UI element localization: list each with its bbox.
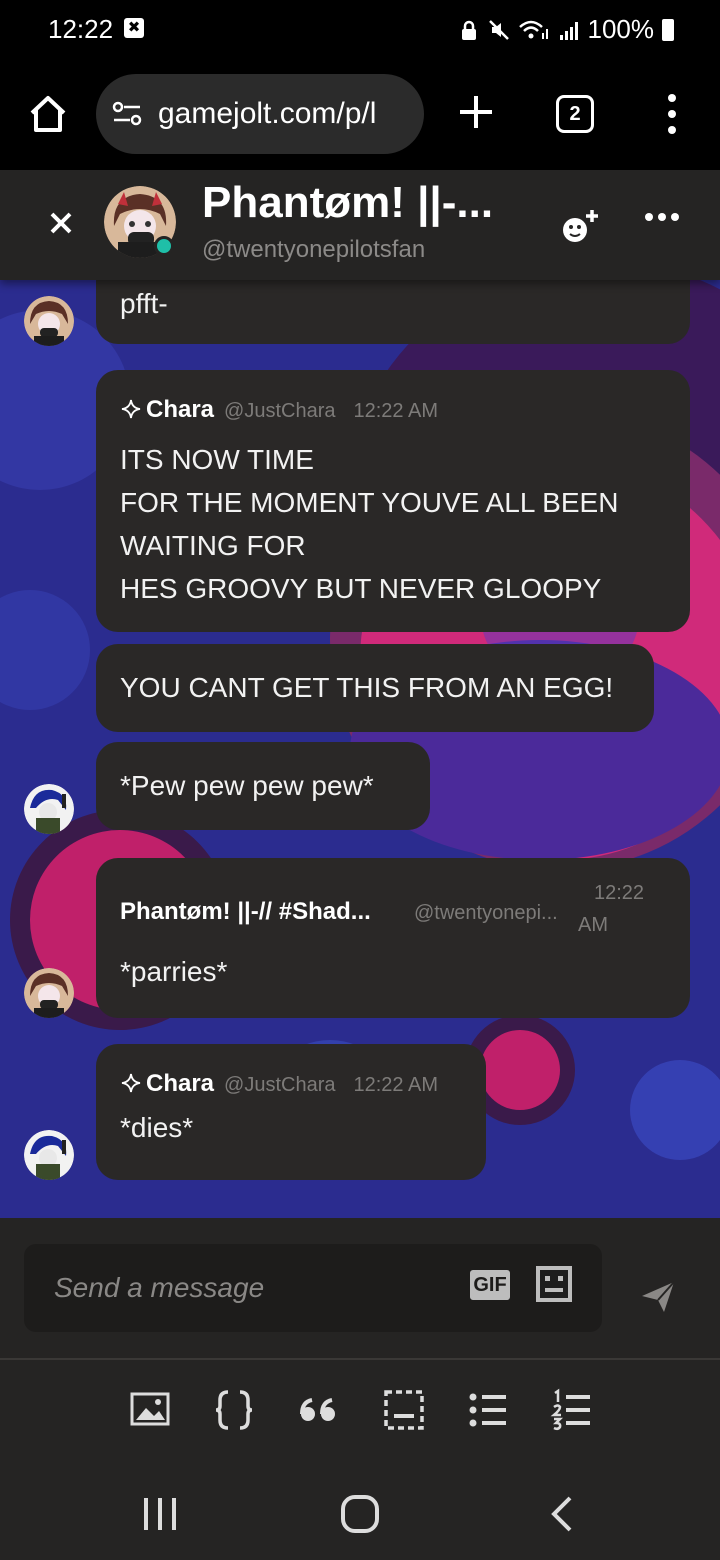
numbered-list-icon[interactable] <box>550 1388 594 1432</box>
chat-title[interactable]: Phantøm! ||-... <box>202 178 493 228</box>
message-text: *dies* <box>120 1112 194 1143</box>
code-icon[interactable] <box>212 1388 256 1432</box>
message-box[interactable]: GIF <box>24 1244 602 1332</box>
sender-name[interactable]: Chara <box>120 396 214 424</box>
message-time: 12:22 AM <box>353 1074 439 1096</box>
avatar[interactable] <box>24 968 74 1018</box>
message-bubble[interactable]: *Pew pew pew pew* <box>96 742 430 830</box>
message-time-suffix: AM <box>578 914 608 936</box>
tab-switcher-button[interactable]: 2 <box>556 95 594 133</box>
new-tab-icon[interactable] <box>456 92 496 132</box>
sender-name[interactable]: Phantøm! ||-// #Shad... <box>120 898 371 926</box>
status-time: 12:22 <box>48 14 114 44</box>
home-icon[interactable] <box>26 92 70 136</box>
message-text: pfft- <box>120 288 168 319</box>
wifi-icon <box>518 20 548 39</box>
lock-icon <box>461 20 476 40</box>
add-user-icon[interactable] <box>558 204 602 248</box>
battery-icon <box>662 18 674 41</box>
message-time: 12:22 <box>594 882 645 904</box>
signal-icon <box>559 21 578 40</box>
message-bubble[interactable]: Chara @JustChara 12:22 AM *dies* <box>96 1044 486 1180</box>
avatar[interactable] <box>24 784 74 834</box>
site-settings-icon[interactable] <box>112 100 144 128</box>
home-nav-icon[interactable] <box>340 1494 380 1534</box>
sender-handle: @JustChara <box>224 1074 336 1096</box>
close-icon[interactable] <box>44 206 78 240</box>
message-text: YOU CANT GET THIS FROM AN EGG! <box>120 672 614 703</box>
message-meta: Chara @JustChara 12:22 AM <box>120 396 666 424</box>
send-icon[interactable] <box>638 1276 678 1316</box>
recent-apps-icon[interactable] <box>142 1494 178 1534</box>
more-options-icon[interactable] <box>644 210 680 224</box>
quote-icon[interactable] <box>296 1388 340 1432</box>
avatar[interactable] <box>24 1130 74 1180</box>
message-text: *Pew pew pew pew* <box>120 770 374 801</box>
chat-handle: @twentyonepilotsfan <box>202 236 426 263</box>
online-indicator <box>154 236 174 256</box>
back-icon[interactable] <box>548 1494 576 1534</box>
format-toolbar <box>0 1360 720 1470</box>
sender-handle: @JustChara <box>224 400 336 422</box>
avatar[interactable] <box>24 296 74 346</box>
bullet-list-icon[interactable] <box>466 1388 510 1432</box>
address-bar[interactable]: gamejolt.com/p/l <box>96 74 424 154</box>
browser-menu-icon[interactable] <box>660 92 684 136</box>
notification-icon: ✖ <box>124 18 144 38</box>
message-text: ITS NOW TIME FOR THE MOMENT YOUVE ALL BE… <box>120 444 619 604</box>
message-bubble[interactable]: pfft- <box>96 280 690 344</box>
message-bubble[interactable]: Phantøm! ||-// #Shad... @twentyonepi... … <box>96 858 690 1018</box>
message-bubble[interactable]: Chara @JustChara 12:22 AM ITS NOW TIME F… <box>96 370 690 632</box>
message-text: *parries* <box>120 956 228 987</box>
browser-toolbar: gamejolt.com/p/l 2 <box>0 62 720 170</box>
battery-percent: 100% <box>587 14 655 44</box>
url-text: gamejolt.com/p/l <box>158 97 377 130</box>
message-input[interactable] <box>54 1262 444 1314</box>
message-time: 12:22 AM <box>353 400 439 422</box>
image-icon[interactable] <box>128 1388 172 1432</box>
composer: GIF <box>0 1218 720 1360</box>
message-bubble[interactable]: YOU CANT GET THIS FROM AN EGG! <box>96 644 654 732</box>
sender-handle: @twentyonepi... <box>414 902 558 924</box>
sender-name[interactable]: Chara <box>120 1070 214 1098</box>
status-bar: 12:22 ✖ 100% <box>0 0 720 62</box>
gif-button[interactable]: GIF <box>470 1270 510 1300</box>
mute-icon <box>488 19 509 40</box>
spoiler-icon[interactable] <box>382 1388 426 1432</box>
message-meta: Chara @JustChara 12:22 AM <box>120 1070 462 1098</box>
sparkle-icon <box>121 399 141 419</box>
chat-messages[interactable]: pfft- Chara @JustChara 12:22 AM ITS NOW … <box>0 280 720 1218</box>
sticker-icon[interactable] <box>534 1264 574 1304</box>
chat-header: Phantøm! ||-... @twentyonepilotsfan <box>0 170 720 280</box>
system-nav-bar <box>0 1470 720 1560</box>
sparkle-icon <box>121 1073 141 1093</box>
